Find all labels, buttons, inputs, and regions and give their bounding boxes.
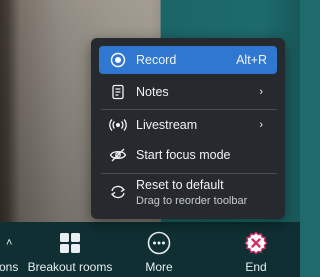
menu-item-sublabel: Drag to reorder toolbar <box>136 195 248 207</box>
meeting-toolbar: ˄ ons Breakout rooms More End <box>0 222 300 277</box>
breakout-rooms-button[interactable]: Breakout rooms <box>26 222 114 277</box>
menu-item-notes[interactable]: Notes › <box>99 78 277 106</box>
toolbar-partial-label: ons <box>0 260 19 274</box>
menu-item-label: Start focus mode <box>136 148 231 162</box>
notes-icon <box>109 83 127 101</box>
livestream-icon <box>109 116 127 134</box>
focus-mode-icon <box>109 146 127 164</box>
menu-item-record[interactable]: Record Alt+R <box>99 46 277 74</box>
grid-icon <box>59 231 81 255</box>
shortcut-label: Alt+R <box>236 53 267 67</box>
toolbar-item-partial[interactable]: ˄ ons <box>0 222 19 277</box>
reset-icon <box>109 183 127 201</box>
chevron-right-icon: › <box>259 86 263 98</box>
record-icon <box>109 51 127 69</box>
more-label: More <box>145 260 173 274</box>
menu-item-focus-mode[interactable]: Start focus mode <box>99 141 277 169</box>
chevron-right-icon: › <box>259 119 263 131</box>
more-icon <box>147 231 171 255</box>
menu-item-label: Reset to default <box>136 178 224 192</box>
menu-item-reset[interactable]: Reset to default Drag to reorder toolbar <box>99 177 277 211</box>
menu-divider <box>101 109 277 110</box>
menu-item-label: Notes <box>136 85 169 99</box>
menu-item-label: Livestream <box>136 118 198 132</box>
more-button[interactable]: More <box>135 222 183 277</box>
menu-item-label: Record <box>136 53 177 67</box>
end-button[interactable]: End <box>236 222 276 277</box>
caret-up-icon[interactable]: ˄ <box>6 231 12 255</box>
menu-divider <box>101 173 277 174</box>
end-label: End <box>245 260 267 274</box>
more-options-menu: Record Alt+R Notes › Livestream › Start … <box>91 38 285 219</box>
menu-item-livestream[interactable]: Livestream › <box>99 111 277 139</box>
breakout-rooms-label: Breakout rooms <box>27 260 113 274</box>
end-call-icon <box>244 231 268 255</box>
